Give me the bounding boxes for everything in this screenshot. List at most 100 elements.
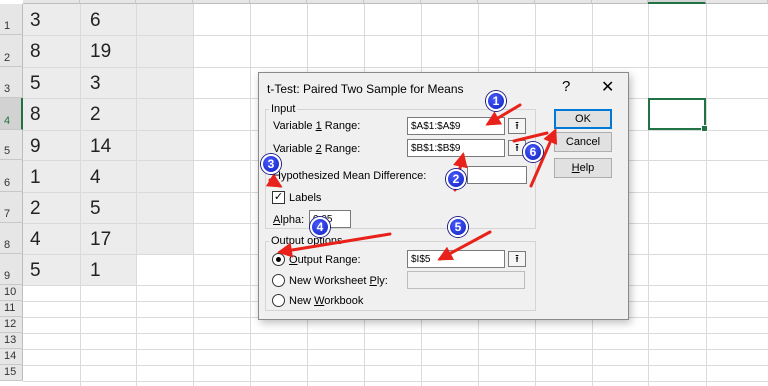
column-header[interactable] — [307, 0, 364, 4]
hypothesized-mean-difference-label: Hypothesized Mean Difference: — [273, 170, 427, 182]
gridline — [648, 4, 649, 386]
cell-b9[interactable]: 1 — [90, 261, 101, 280]
column-header[interactable] — [193, 0, 250, 4]
variable-1-range-input[interactable]: $A$1:$A$9 — [407, 117, 505, 135]
column-header[interactable] — [706, 0, 768, 4]
new-workbook-label: New Workbook — [289, 295, 363, 307]
label-accelerator: P — [369, 275, 377, 287]
input-group-label: Input — [269, 103, 298, 115]
gridline — [706, 4, 707, 386]
row-header[interactable]: 1 — [0, 4, 23, 35]
variable-2-range-input[interactable]: $B$1:$B$9 — [407, 139, 505, 157]
cell-b3[interactable]: 3 — [90, 74, 101, 93]
output-range-radio[interactable] — [272, 253, 285, 266]
step-3-badge: 3 — [261, 154, 281, 174]
row-header[interactable]: 13 — [0, 333, 23, 349]
row-header[interactable]: 12 — [0, 317, 23, 333]
gridline — [136, 4, 137, 386]
data-range-shading — [136, 4, 193, 254]
column-header[interactable] — [421, 0, 478, 4]
new-worksheet-ply-label: New Worksheet Ply: — [289, 275, 388, 287]
label-text: New — [289, 295, 315, 307]
output-range-label: Output Range: — [289, 254, 361, 266]
step-2-badge: 2 — [446, 169, 466, 189]
cell-a1[interactable]: 3 — [30, 11, 41, 30]
row-header[interactable]: 8 — [0, 223, 23, 254]
ttest-paired-dialog: t-Test: Paired Two Sample for Means ? ✕ … — [258, 72, 629, 320]
cell-b5[interactable]: 14 — [90, 137, 111, 156]
cell-a7[interactable]: 2 — [30, 199, 41, 218]
label-accelerator: O — [289, 254, 298, 266]
row-header[interactable]: 11 — [0, 301, 23, 317]
row-header[interactable]: 9 — [0, 254, 23, 285]
gridline — [250, 4, 251, 386]
column-header[interactable] — [535, 0, 592, 4]
label-text: elp — [579, 162, 595, 174]
cell-a2[interactable]: 8 — [30, 42, 41, 61]
row-header[interactable]: 15 — [0, 365, 23, 381]
label-accelerator: W — [314, 295, 325, 307]
cell-a6[interactable]: 1 — [30, 168, 41, 187]
gridline — [80, 4, 81, 386]
cell-b2[interactable]: 19 — [90, 42, 111, 61]
column-header[interactable] — [478, 0, 535, 4]
row-header[interactable]: 3 — [0, 67, 23, 98]
cell-b4[interactable]: 2 — [90, 105, 101, 124]
labels-label: Labels — [289, 192, 322, 204]
new-worksheet-ply-input[interactable] — [407, 271, 525, 289]
gridline — [23, 381, 768, 382]
column-header[interactable] — [592, 0, 648, 4]
help-button[interactable]: Help — [554, 158, 612, 178]
help-icon[interactable]: ? — [562, 78, 570, 95]
gridline — [193, 4, 194, 386]
variable-1-range-label: Variable 1 Range: — [273, 120, 360, 132]
cell-a5[interactable]: 9 — [30, 137, 41, 156]
row-header-selected[interactable]: 4 — [0, 98, 23, 130]
label-text: Variable — [273, 120, 316, 132]
label-text: Variable — [273, 143, 316, 155]
cell-a3[interactable]: 5 — [30, 74, 41, 93]
cell-a9[interactable]: 5 — [30, 261, 41, 280]
label-text: orkbook — [324, 295, 364, 307]
row-header[interactable]: 5 — [0, 130, 23, 160]
alpha-label: Alpha: — [273, 214, 304, 226]
column-header[interactable] — [364, 0, 421, 4]
output-group-label: Output options — [269, 235, 345, 247]
output-range-input[interactable]: $I$5 — [407, 250, 505, 268]
step-5-badge: 5 — [448, 217, 468, 237]
label-text: lpha: — [280, 214, 305, 226]
step-4-badge: 4 — [310, 217, 330, 237]
row-header[interactable]: 7 — [0, 192, 23, 223]
collapse-dialog-icon[interactable]: ⭱ — [508, 118, 526, 134]
dialog-title: t-Test: Paired Two Sample for Means — [267, 82, 464, 96]
cancel-button[interactable]: Cancel — [554, 132, 612, 152]
step-1-badge: 1 — [486, 91, 506, 111]
ok-button[interactable]: OK — [554, 109, 612, 129]
cell-b1[interactable]: 6 — [90, 11, 101, 30]
cell-a8[interactable]: 4 — [30, 230, 41, 249]
row-header[interactable]: 2 — [0, 35, 23, 67]
gridline — [23, 349, 768, 350]
gridline — [23, 35, 768, 36]
row-header[interactable]: 6 — [0, 160, 23, 192]
cell-b7[interactable]: 5 — [90, 199, 101, 218]
label-accelerator: H — [571, 162, 580, 174]
active-cell-selection[interactable] — [648, 98, 708, 132]
collapse-dialog-icon[interactable]: ⭱ — [508, 251, 526, 267]
column-header[interactable] — [250, 0, 307, 4]
label-text: utput Range: — [297, 254, 361, 266]
gridline — [23, 67, 768, 68]
new-worksheet-ply-radio[interactable] — [272, 274, 285, 287]
hypothesized-mean-difference-input[interactable] — [467, 166, 527, 184]
new-workbook-radio[interactable] — [272, 294, 285, 307]
gridline — [23, 365, 768, 366]
row-header[interactable]: 10 — [0, 285, 23, 301]
labels-checkbox[interactable]: ✓ — [272, 191, 285, 204]
label-text: New Worksheet — [289, 275, 370, 287]
close-icon[interactable]: ✕ — [601, 77, 614, 97]
column-header-selected[interactable] — [648, 0, 706, 4]
cell-b6[interactable]: 4 — [90, 168, 101, 187]
row-header[interactable]: 14 — [0, 349, 23, 365]
cell-a4[interactable]: 8 — [30, 105, 41, 124]
cell-b8[interactable]: 17 — [90, 230, 111, 249]
